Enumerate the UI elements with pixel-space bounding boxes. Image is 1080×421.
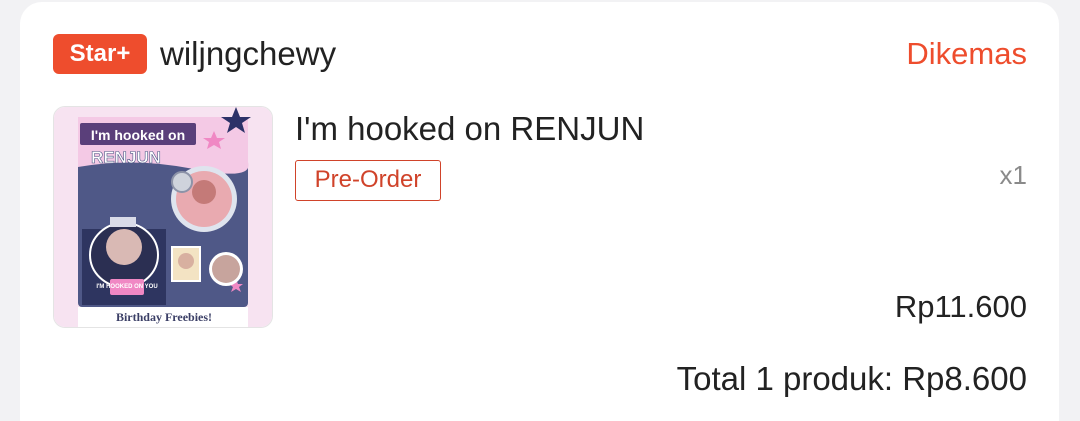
image-headline-2: RENJUN bbox=[91, 148, 161, 167]
image-footer: Birthday Freebies! bbox=[116, 310, 212, 324]
order-status: Dikemas bbox=[906, 36, 1027, 71]
product-price: Rp11.600 bbox=[894, 289, 1027, 324]
image-sticker: I'M HOOKED ON YOU bbox=[96, 284, 157, 290]
product-image: I'm hooked on RENJUN I'M HOOKED ON YOU B… bbox=[54, 107, 272, 327]
image-headline-1: I'm hooked on bbox=[91, 127, 185, 143]
order-total: Total 1 produk: Rp8.600 bbox=[676, 360, 1027, 397]
order-card: Star+ wiljngchewy Dikemas I'm hooked on … bbox=[20, 2, 1059, 421]
shop-name[interactable]: wiljngchewy bbox=[160, 32, 336, 76]
product-quantity: x1 bbox=[999, 160, 1027, 190]
preorder-tag: Pre-Order bbox=[295, 160, 441, 201]
product-title[interactable]: I'm hooked on RENJUN bbox=[295, 107, 644, 151]
shop-header[interactable]: Star+ wiljngchewy Dikemas bbox=[53, 32, 1027, 76]
star-plus-badge: Star+ bbox=[53, 34, 147, 74]
product-thumbnail[interactable]: I'm hooked on RENJUN I'M HOOKED ON YOU B… bbox=[53, 106, 273, 328]
